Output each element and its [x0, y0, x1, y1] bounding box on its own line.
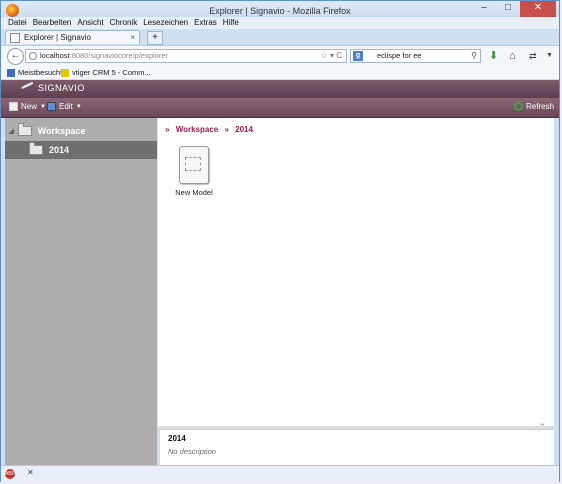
- chevron-down-icon: ▼: [75, 103, 82, 110]
- browser-window: Explorer | Signavio - Mozilla Firefox – …: [0, 0, 560, 482]
- close-addon-bar-icon[interactable]: ✕: [27, 468, 34, 477]
- breadcrumb-separator: »: [224, 125, 229, 134]
- search-value: eclispe for ee: [377, 51, 422, 60]
- expand-arrow-icon[interactable]: ◢: [9, 128, 14, 135]
- breadcrumb-2014[interactable]: 2014: [235, 125, 253, 134]
- bookmark-label: vtiger CRM 5 - Comm...: [72, 68, 151, 77]
- url-actions-icon[interactable]: ☆ ▾ C: [321, 50, 342, 62]
- adblock-icon[interactable]: ABP: [5, 469, 15, 479]
- status-bar: ABP ✕: [1, 465, 559, 482]
- menu-chevron-icon[interactable]: ▼: [546, 49, 553, 63]
- brand-name: SIGNAVIO: [38, 83, 85, 93]
- home-icon[interactable]: ⌂: [509, 49, 516, 63]
- bookmark-vtiger[interactable]: vtiger CRM 5 - Comm...: [61, 66, 151, 79]
- refresh-button[interactable]: Refresh: [514, 102, 554, 111]
- breadcrumb: » Workspace » 2014: [165, 125, 253, 134]
- page-favicon-icon: [10, 32, 20, 43]
- edit-label: Edit: [59, 102, 73, 111]
- url-host: localhost: [40, 51, 70, 60]
- menu-lesezeichen[interactable]: Lesezeichen: [140, 17, 191, 29]
- breadcrumb-separator: »: [165, 125, 170, 134]
- back-button[interactable]: ←: [7, 48, 24, 65]
- app-header: SIGNAVIO: [1, 80, 559, 98]
- folder-tree: ◢ Workspace 2014: [5, 118, 157, 465]
- details-panel: ⌃ 2014 No description: [160, 422, 554, 466]
- bookmarks-bar: Meistbesucht vtiger CRM 5 - Comm...: [1, 66, 559, 79]
- breadcrumb-workspace[interactable]: Workspace: [176, 125, 219, 134]
- refresh-icon: [514, 102, 523, 111]
- google-icon[interactable]: g: [353, 51, 363, 61]
- addon-bar-icon[interactable]: ⇄: [529, 49, 537, 63]
- tab-explorer[interactable]: Explorer | Signavio ×: [5, 30, 140, 44]
- bookmark-meistbesucht[interactable]: Meistbesucht: [7, 66, 62, 79]
- tiger-icon: [61, 68, 69, 77]
- minimize-button[interactable]: –: [472, 1, 496, 17]
- edit-button[interactable]: Edit ▼: [47, 102, 82, 111]
- search-input[interactable]: g eclispe for ee ⚲: [350, 49, 481, 63]
- model-document-icon: [179, 146, 209, 184]
- maximize-button[interactable]: □: [496, 1, 520, 17]
- menu-datei[interactable]: Datei: [5, 17, 30, 29]
- download-icon[interactable]: ⬇: [489, 49, 498, 63]
- url-path: :8080/signaviocore/p/explorer: [69, 51, 169, 60]
- menu-extras[interactable]: Extras: [191, 17, 220, 29]
- collapse-icon[interactable]: ⌃: [538, 422, 546, 433]
- signavio-logo-icon: [21, 81, 37, 96]
- folder-icon: [17, 123, 32, 136]
- new-tab-button[interactable]: +: [147, 31, 163, 45]
- tree-item-label: 2014: [49, 145, 70, 155]
- site-identity-icon: [29, 52, 37, 60]
- url-input[interactable]: localhost:8080/signaviocore/p/explorer ☆…: [25, 49, 347, 63]
- navigation-bar: ← localhost:8080/signaviocore/p/explorer…: [1, 45, 559, 66]
- new-document-icon: [9, 102, 18, 111]
- new-button[interactable]: New ▼: [9, 102, 46, 111]
- close-button[interactable]: ✕: [520, 1, 556, 17]
- model-label: New Model: [175, 188, 213, 197]
- menu-ansicht[interactable]: Ansicht: [74, 17, 106, 29]
- tree-item-2014[interactable]: 2014: [5, 141, 157, 159]
- details-title: 2014: [168, 434, 186, 443]
- menu-bearbeiten[interactable]: Bearbeiten: [30, 17, 75, 29]
- explorer-content: » Workspace » 2014 New Model: [158, 118, 554, 426]
- app-toolbar: New ▼ Edit ▼ Refresh: [1, 98, 559, 118]
- menu-hilfe[interactable]: Hilfe: [220, 17, 242, 29]
- new-label: New: [21, 102, 38, 111]
- folder-icon: [29, 142, 43, 155]
- menu-bar: Datei Bearbeiten Ansicht Chronik Lesezei…: [1, 17, 559, 29]
- tab-title: Explorer | Signavio: [24, 33, 91, 42]
- tree-item-label: Workspace: [37, 126, 86, 136]
- tab-close-icon[interactable]: ×: [130, 33, 135, 42]
- model-item[interactable]: New Model: [174, 146, 214, 197]
- tab-bar: Explorer | Signavio × +: [1, 29, 559, 45]
- blue-book-icon: [7, 68, 15, 77]
- edit-icon: [47, 102, 56, 111]
- signavio-logo: SIGNAVIO: [21, 81, 85, 96]
- search-icon[interactable]: ⚲: [471, 50, 477, 62]
- bookmark-label: Meistbesucht: [18, 68, 63, 77]
- refresh-label: Refresh: [526, 102, 555, 111]
- menu-chronik[interactable]: Chronik: [107, 17, 141, 29]
- details-description: No description: [168, 447, 216, 456]
- tree-item-workspace[interactable]: ◢ Workspace: [5, 122, 157, 140]
- chevron-down-icon: ▼: [40, 103, 46, 110]
